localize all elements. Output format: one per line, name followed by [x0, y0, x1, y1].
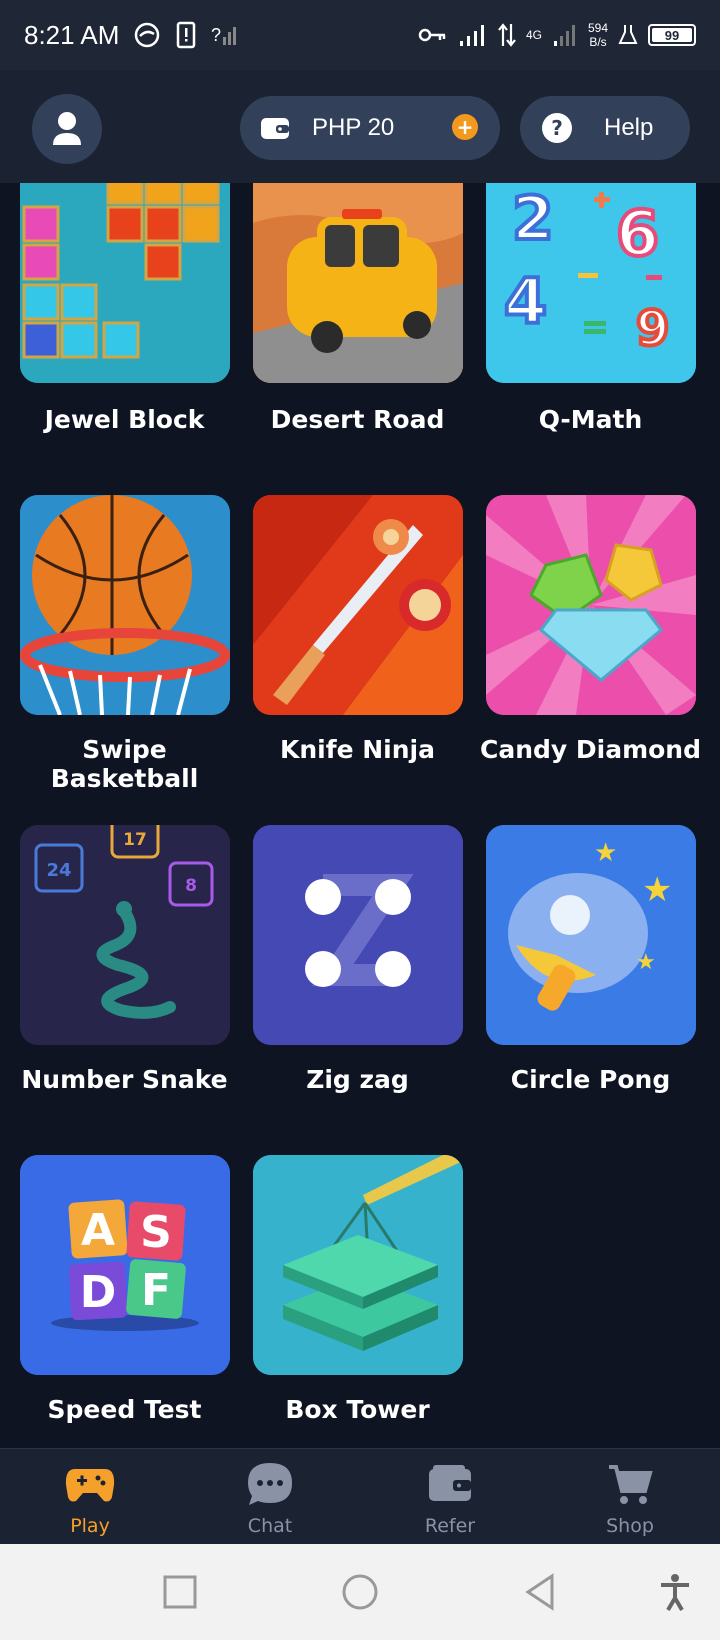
swipe-basketball-art	[20, 495, 230, 715]
bottom-navigation: Play Chat Refer Shop	[0, 1448, 720, 1544]
game-tile-candy-diamond[interactable]	[486, 495, 696, 715]
game-grid: Jewel Block Desert Road 2 6 4 9 Q-Math S…	[0, 183, 720, 1448]
signal-weak-icon	[553, 25, 575, 46]
snake-number: 17	[123, 830, 147, 850]
game-title: Speed Test	[47, 1395, 202, 1424]
wallet-icon	[429, 1465, 471, 1501]
circle-pong-art: ★ ★ ★	[486, 825, 696, 1045]
game-tile-swipe-basketball[interactable]	[20, 495, 230, 715]
nav-shop[interactable]: Shop	[570, 1455, 690, 1537]
add-funds-icon[interactable]: +	[452, 114, 478, 140]
signal-icon	[459, 25, 484, 46]
vpn-key-icon	[418, 28, 446, 42]
game-tile-jewel-block[interactable]	[20, 183, 230, 383]
jewel-block-art	[20, 183, 230, 383]
game-tile-q-math[interactable]: 2 6 4 9	[486, 183, 696, 383]
system-navigation-bar	[0, 1544, 720, 1640]
nav-chat-label: Chat	[247, 1515, 293, 1537]
knife-ninja-art	[253, 495, 463, 715]
profile-avatar-button[interactable]	[32, 94, 102, 164]
key-letter: A	[81, 1205, 115, 1256]
candy-diamond-art	[486, 495, 696, 715]
network-speed-unit: B/s	[589, 35, 607, 49]
network-type: 4G	[526, 28, 542, 42]
zig-zag-art	[253, 825, 463, 1045]
game-title: Desert Road	[270, 405, 445, 434]
game-title: Circle Pong	[510, 1065, 671, 1094]
battery-indicator: 99	[648, 24, 696, 46]
q-math-art: 2 6 4 9	[486, 183, 696, 383]
game-tile-number-snake[interactable]: 24 17 8	[20, 825, 230, 1045]
game-tile-circle-pong[interactable]: ★ ★ ★	[486, 825, 696, 1045]
gamepad-icon	[65, 1469, 115, 1502]
game-title: Knife Ninja	[279, 735, 435, 764]
help-label: Help	[604, 114, 654, 141]
cart-icon	[609, 1465, 653, 1504]
snake-number: 8	[185, 876, 197, 896]
chat-icon	[248, 1463, 292, 1505]
key-letter: S	[140, 1207, 172, 1258]
network-speed-value: 594	[587, 21, 608, 35]
app-header: PHP 20 + ? Help	[0, 70, 720, 183]
game-title: Swipe Basketball	[50, 735, 199, 793]
desert-road-art	[253, 183, 463, 383]
nav-refer[interactable]: Refer	[390, 1455, 510, 1537]
nav-shop-label: Shop	[606, 1515, 654, 1537]
home-button[interactable]	[340, 1572, 380, 1612]
game-tile-speed-test[interactable]: A S D F	[20, 1155, 230, 1375]
game-tile-desert-road[interactable]	[253, 183, 463, 383]
snake-number: 24	[46, 860, 71, 881]
no-signal-icon: ?	[211, 25, 237, 45]
q-math-number: 4	[504, 265, 547, 338]
status-bar: 8:21 AM ? 4G 594 B/s 99	[0, 0, 720, 70]
question-icon: ?	[542, 113, 572, 143]
q-math-number: 9	[636, 301, 669, 357]
user-icon	[53, 112, 81, 145]
game-title: Number Snake	[21, 1065, 228, 1094]
star-icon: ★	[594, 838, 617, 868]
data-transfer-icon	[498, 23, 516, 47]
back-button[interactable]	[520, 1572, 560, 1612]
wallet-icon	[261, 118, 289, 139]
flask-icon	[618, 25, 638, 44]
svg-text:?: ?	[211, 25, 221, 45]
nav-play-label: Play	[70, 1515, 110, 1537]
sync-icon	[135, 22, 160, 48]
box-tower-art	[253, 1155, 463, 1375]
phone-alert-icon	[177, 21, 196, 49]
star-icon: ★	[636, 950, 656, 975]
key-letter: F	[141, 1265, 171, 1316]
help-button[interactable]: ? Help	[520, 96, 690, 160]
game-title: Q-Math	[538, 405, 643, 434]
game-title: Zig zag	[306, 1065, 409, 1094]
network-type-label: 4G	[525, 28, 542, 42]
q-math-number: 2	[512, 184, 554, 254]
network-speed: 594 B/s	[588, 21, 608, 49]
game-tile-box-tower[interactable]	[253, 1155, 463, 1375]
game-title: Candy Diamond	[479, 735, 702, 764]
game-tile-knife-ninja[interactable]	[253, 495, 463, 715]
wallet-balance-button[interactable]: PHP 20 +	[240, 96, 500, 160]
star-icon: ★	[642, 870, 672, 910]
q-math-number: 6	[616, 197, 659, 270]
nav-play[interactable]: Play	[30, 1455, 150, 1537]
speed-test-art: A S D F	[20, 1155, 230, 1375]
wallet-balance: PHP 20	[312, 114, 395, 141]
nav-refer-label: Refer	[424, 1515, 476, 1537]
nav-chat[interactable]: Chat	[210, 1455, 330, 1537]
recent-apps-button[interactable]	[160, 1572, 200, 1612]
number-snake-art: 24 17 8	[20, 825, 230, 1045]
game-title: Jewel Block	[44, 405, 205, 434]
game-title: Box Tower	[285, 1395, 430, 1424]
accessibility-icon[interactable]	[655, 1572, 695, 1612]
status-time: 8:21 AM	[24, 19, 120, 50]
game-tile-zig-zag[interactable]	[253, 825, 463, 1045]
key-letter: D	[80, 1267, 117, 1318]
battery-level: 99	[652, 28, 692, 43]
